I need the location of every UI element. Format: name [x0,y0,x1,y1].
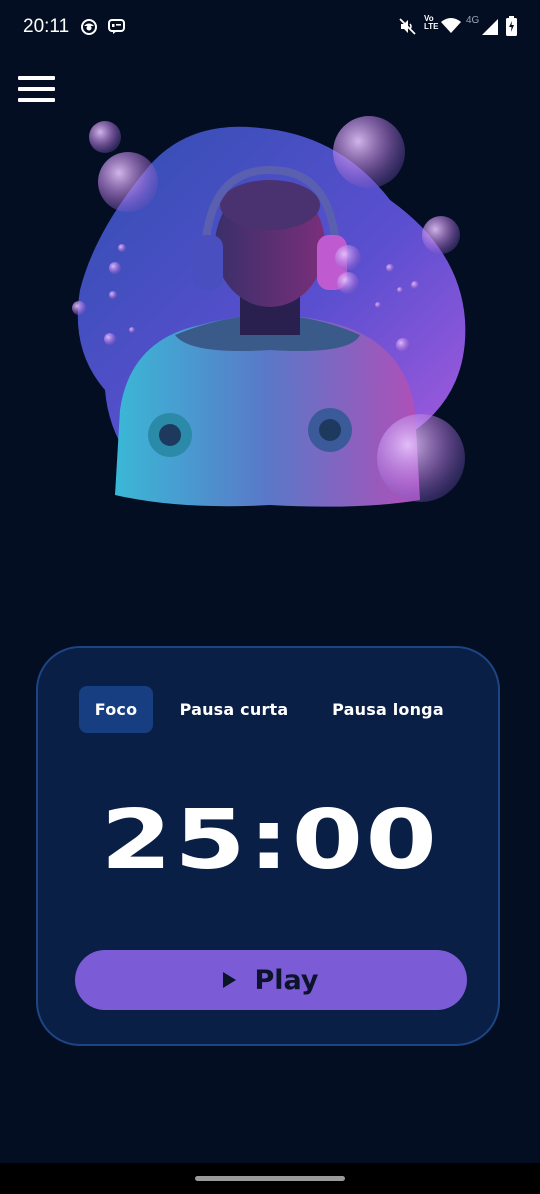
lte-label: LTE [424,22,439,31]
tab-pausa-curta[interactable]: Pausa curta [166,686,302,733]
play-button[interactable]: Play [75,950,467,1010]
play-icon [223,972,237,988]
battery-icon [506,16,517,40]
play-label: Play [254,964,319,996]
menu-line [18,87,55,91]
tab-pausa-longa[interactable]: Pausa longa [318,686,458,733]
timer-card: Foco Pausa curta Pausa longa 25:00 Play [36,646,500,1046]
status-bar: 20:11 Vo LTE 4G [0,0,540,56]
status-time: 20:11 [23,16,70,37]
menu-line [18,98,55,102]
astronaut-headphones-illustration [60,110,480,520]
wifi-icon [441,17,461,38]
home-indicator[interactable] [195,1176,345,1181]
tab-foco[interactable]: Foco [79,686,153,733]
hamburger-menu-button[interactable] [18,76,56,104]
network-type-label: 4G [466,15,480,26]
mute-icon [399,18,416,39]
signal-icon [482,19,499,39]
menu-line [18,76,55,80]
navigation-bar [0,1163,540,1194]
app-screen: 20:11 Vo LTE 4G Foco Pausa curta Pausa l… [0,0,540,1194]
timer-display: 25:00 [100,793,440,888]
volte-icon: Vo LTE [424,15,439,31]
messages-icon [108,19,125,39]
browser-icon [80,18,98,40]
